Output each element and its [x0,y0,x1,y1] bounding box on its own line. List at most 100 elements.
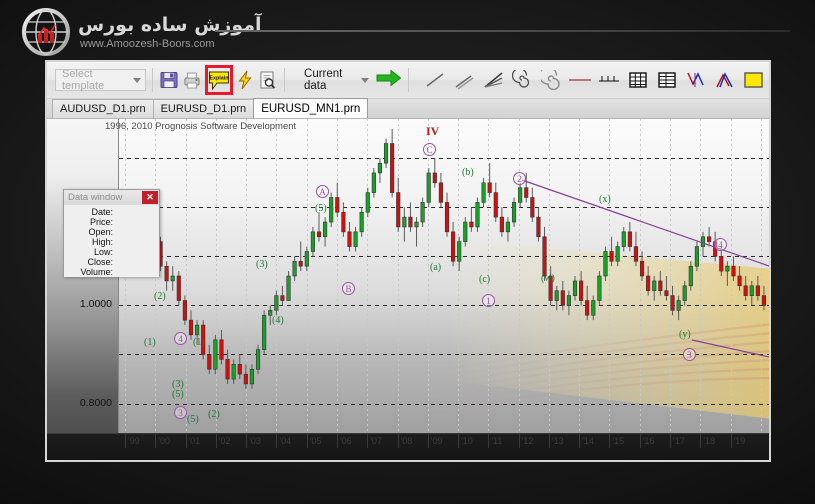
field-volume: Volume: [64,267,159,277]
toolbar-divider-1 [152,68,153,92]
document-magnifier-icon [257,70,277,90]
wave-up-icon [714,70,736,90]
grid-table-alt-icon [656,70,678,90]
x-axis-tick [337,434,338,448]
field-open: Open: [64,227,159,237]
template-select-value: Select template [62,68,133,92]
x-axis-tick-label: '13 [552,436,564,446]
x-axis-tick [367,434,368,448]
save-button[interactable] [159,67,179,94]
x-axis-tick-label: '08 [401,436,413,446]
floppy-disk-icon [159,70,179,90]
spiral-large-tool[interactable] [538,67,565,94]
parallel-lines-tool[interactable] [451,67,478,94]
data-window-title: Data window [68,192,122,203]
explain-button[interactable]: Explain [205,65,233,95]
grid-table-icon [627,70,649,90]
single-line-icon [424,70,446,90]
data-source-select[interactable]: Current data [299,68,372,92]
report-button[interactable] [257,67,277,94]
x-axis-tick-label: '10 [461,436,473,446]
x-axis-tick-label: '99 [128,436,140,446]
grid-tool[interactable] [625,67,652,94]
chevron-down-icon [361,78,369,83]
printer-icon [181,70,203,90]
explain-speech-bubble-icon: Explain [208,70,230,91]
template-select[interactable]: Select template [55,69,146,91]
data-window-body: Date: Price: Open: High: Low: Close: Vol… [64,205,159,277]
x-axis-tick [246,434,247,448]
horizontal-line-tool[interactable] [567,67,594,94]
color-swatch-tool[interactable] [741,67,768,94]
x-axis-tick [609,434,610,448]
print-button[interactable] [181,67,203,94]
lightning-button[interactable] [235,67,255,94]
x-axis-tick [670,434,671,448]
spiral-icon [512,70,532,90]
x-axis-tick-label: '18 [703,436,715,446]
wave-label-14: B [342,282,355,295]
wave-label-5: A [316,185,329,198]
chart-region[interactable]: 1996, 2010 Prognosis Software Developmen… [47,119,769,462]
tab-eurusd-d1[interactable]: EURUSD_D1.prn [153,99,255,118]
go-button[interactable] [376,67,402,94]
tab-audusd-d1[interactable]: AUDUSD_D1.prn [52,99,154,118]
x-axis-tick [307,434,308,448]
x-axis-tick [549,434,550,448]
tab-strip: AUDUSD_D1.prn EURUSD_D1.prn EURUSD_MN1.p… [47,99,769,119]
wave-down-icon [685,70,707,90]
y-axis-tick-label: 1.0000 [80,298,112,310]
x-axis-tick-label: '12 [522,436,534,446]
green-right-arrow-icon [376,67,402,89]
tab-label: AUDUSD_D1.prn [60,103,146,115]
bottom-shadow [0,462,815,504]
wave-down-tool[interactable] [683,67,710,94]
x-axis-tick-label: '04 [279,436,291,446]
x-axis-tick [125,434,126,448]
yellow-square-icon [742,70,766,91]
wave-label-7: 4 [714,238,727,251]
x-axis-tick [186,434,187,448]
brand-title-fa: آموزش ساده بورس [78,14,262,36]
close-icon[interactable]: ✕ [142,191,158,204]
trendline-tool[interactable] [422,67,449,94]
x-axis-tick-label: '03 [249,436,261,446]
x-axis-tick-label: '00 [158,436,170,446]
tab-label: EURUSD_D1.prn [161,103,247,115]
x-axis-tick [216,434,217,448]
x-axis-tick-label: '16 [643,436,655,446]
x-axis-tick [488,434,489,448]
data-source-value: Current data [304,68,361,92]
globe-chart-logo-icon [22,8,70,56]
x-axis-tick [579,434,580,448]
fan-lines-tool[interactable] [480,67,507,94]
x-axis-tick [640,434,641,448]
toolbar: Select template [47,62,769,99]
grid-alt-tool[interactable] [654,67,681,94]
field-close: Close: [64,257,159,267]
field-date: Date: [64,207,159,217]
branding-header: آموزش ساده بورس www.Amoozesh-Boors.com [0,0,815,62]
double-line-icon [453,70,475,90]
wave-label-23: 3 [174,406,187,419]
wave-label-1: C [423,143,436,156]
copyright-text: 1996, 2010 Prognosis Software Developmen… [105,121,296,132]
plot-area[interactable]: IVC(b)2(x)A(5)42(2)(a)(c)1(w)B(3)(4)1(1)… [119,119,769,433]
wave-label-27: 3 [683,348,696,361]
wave-label-12: 1 [482,294,495,307]
x-axis-tick [700,434,701,448]
toolbar-divider-2 [284,68,285,92]
ruler-tool[interactable] [596,67,623,94]
y-axis-tick-label: 0.8000 [80,397,112,409]
data-window-panel[interactable]: Data window ✕ Date: Price: Open: High: L… [63,189,160,277]
wave-label-19: 4 [174,332,187,345]
spiral-tool[interactable] [509,67,536,94]
x-axis-tick-label: '09 [431,436,443,446]
ruler-icon [597,70,621,90]
tab-eurusd-mn1[interactable]: EURUSD_MN1.prn [253,98,368,118]
x-axis-tick [155,434,156,448]
wave-up-tool[interactable] [712,67,739,94]
tab-label: EURUSD_MN1.prn [261,103,360,115]
x-axis-tick-label: '14 [582,436,594,446]
x-axis-tick-label: '05 [310,436,322,446]
